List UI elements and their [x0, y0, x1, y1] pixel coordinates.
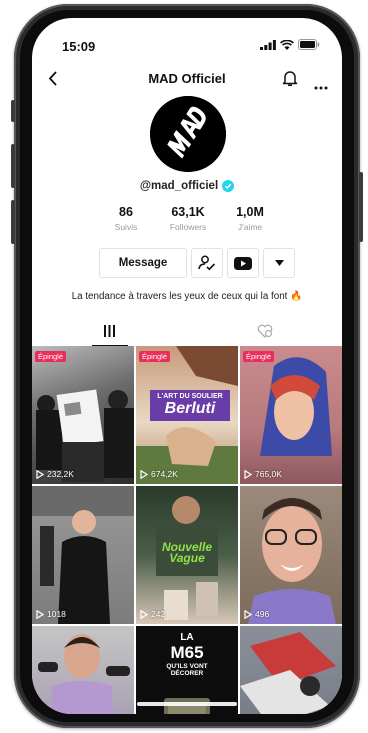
bell-icon[interactable]	[282, 69, 298, 92]
pinned-badge: Épinglé	[243, 351, 275, 362]
stat-followers-value: 63,1K	[171, 205, 205, 219]
video-tile[interactable]: 496	[240, 486, 342, 624]
youtube-icon	[234, 256, 252, 270]
view-count: 496	[244, 609, 269, 619]
status-icons	[260, 39, 320, 50]
profile-stats: 86 Suivis 63,1K Followers 1,0M J'aime	[96, 205, 280, 232]
pinned-badge: Épinglé	[35, 351, 67, 362]
play-icon	[36, 609, 44, 619]
volume-down-button	[11, 200, 15, 244]
video-thumbnail	[32, 486, 134, 624]
liked-heart-icon	[257, 324, 272, 338]
view-count: 242	[140, 609, 165, 619]
wifi-icon	[280, 39, 294, 50]
status-bar: 15:09	[32, 18, 342, 64]
mad-logo	[150, 96, 226, 172]
video-thumbnail	[248, 498, 336, 624]
profile-handle: @mad_officiel	[139, 180, 219, 192]
video-tile[interactable]: Épinglé 232,2K	[32, 346, 134, 484]
video-tile[interactable]: L'ART DU SOULIER Berluti Épinglé 674,2K	[136, 346, 238, 484]
stat-likes-label: J'aime	[237, 222, 263, 232]
status-time: 15:09	[62, 39, 96, 54]
play-icon	[140, 609, 148, 619]
grid-icon	[104, 325, 115, 337]
dropdown-button[interactable]	[263, 248, 295, 278]
view-count-value: 1018	[47, 609, 66, 619]
youtube-button[interactable]	[227, 248, 259, 278]
message-button[interactable]: Message	[99, 248, 187, 278]
play-icon	[244, 609, 252, 619]
caret-down-icon	[274, 260, 284, 266]
view-count-value: 674,2K	[151, 469, 178, 479]
video-thumbnail	[240, 632, 336, 714]
content-tabs	[32, 316, 342, 347]
view-count-value: 496	[255, 609, 270, 619]
video-tile[interactable]: Épinglé 765,0K	[240, 346, 342, 484]
view-count-value: 242	[151, 609, 166, 619]
video-overlay-banner: L'ART DU SOULIER Berluti	[150, 390, 230, 421]
battery-icon	[298, 39, 320, 50]
top-nav: MAD Officiel	[32, 68, 342, 92]
stat-likes-value: 1,0M	[236, 205, 264, 219]
play-icon	[244, 469, 252, 479]
pinned-badge: Épinglé	[139, 351, 171, 362]
stat-likes[interactable]: 1,0M J'aime	[220, 205, 280, 232]
following-button[interactable]	[191, 248, 223, 278]
power-button	[359, 172, 363, 242]
view-count: 1018	[36, 609, 66, 619]
video-grid: Épinglé 232,2K L'ART DU SOULIER Berluti …	[32, 346, 342, 714]
overlay-title: Berluti	[164, 400, 216, 417]
play-icon	[36, 469, 44, 479]
stat-following-value: 86	[119, 205, 133, 219]
user-check-icon	[198, 255, 216, 271]
more-options-icon[interactable]	[314, 77, 328, 95]
view-count-value: 765,0K	[255, 469, 282, 479]
video-tile[interactable]: 1018	[32, 486, 134, 624]
videos-tab[interactable]	[32, 316, 187, 346]
liked-tab[interactable]	[187, 316, 342, 346]
view-count: 765,0K	[244, 469, 282, 479]
stat-followers[interactable]: 63,1K Followers	[158, 205, 218, 232]
video-tile[interactable]: Nouvelle Vague 242	[136, 486, 238, 624]
profile-bio: La tendance à travers les yeux de ceux q…	[71, 291, 303, 302]
mute-switch	[11, 100, 15, 122]
verified-badge-icon	[222, 180, 235, 192]
home-indicator[interactable]	[137, 702, 237, 706]
app-screen: 15:09 MAD Officiel @mad_officiel 86 Suiv…	[32, 18, 342, 714]
play-icon	[140, 469, 148, 479]
stat-followers-label: Followers	[169, 222, 207, 232]
handle-row: @mad_officiel	[32, 180, 342, 192]
view-count-value: 232,2K	[47, 469, 74, 479]
video-overlay-text: Nouvelle Vague	[161, 540, 212, 565]
video-tile[interactable]	[32, 626, 134, 714]
video-thumbnail	[38, 634, 130, 714]
video-tile[interactable]: LA M65 QU'ILS VONT DÉCORER	[136, 626, 238, 714]
stat-following[interactable]: 86 Suivis	[96, 205, 156, 232]
profile-actions: Message	[99, 248, 295, 278]
view-count: 232,2K	[36, 469, 74, 479]
stat-following-label: Suivis	[114, 222, 138, 232]
overlay-subtitle: L'ART DU SOULIER	[157, 393, 223, 400]
view-count: 674,2K	[140, 469, 178, 479]
video-thumbnail	[164, 698, 210, 714]
signal-icon	[260, 39, 276, 50]
video-tile[interactable]	[240, 626, 342, 714]
avatar[interactable]	[150, 96, 226, 172]
video-thumbnail	[260, 357, 332, 456]
video-thumbnail	[36, 389, 134, 482]
volume-up-button	[11, 144, 15, 188]
